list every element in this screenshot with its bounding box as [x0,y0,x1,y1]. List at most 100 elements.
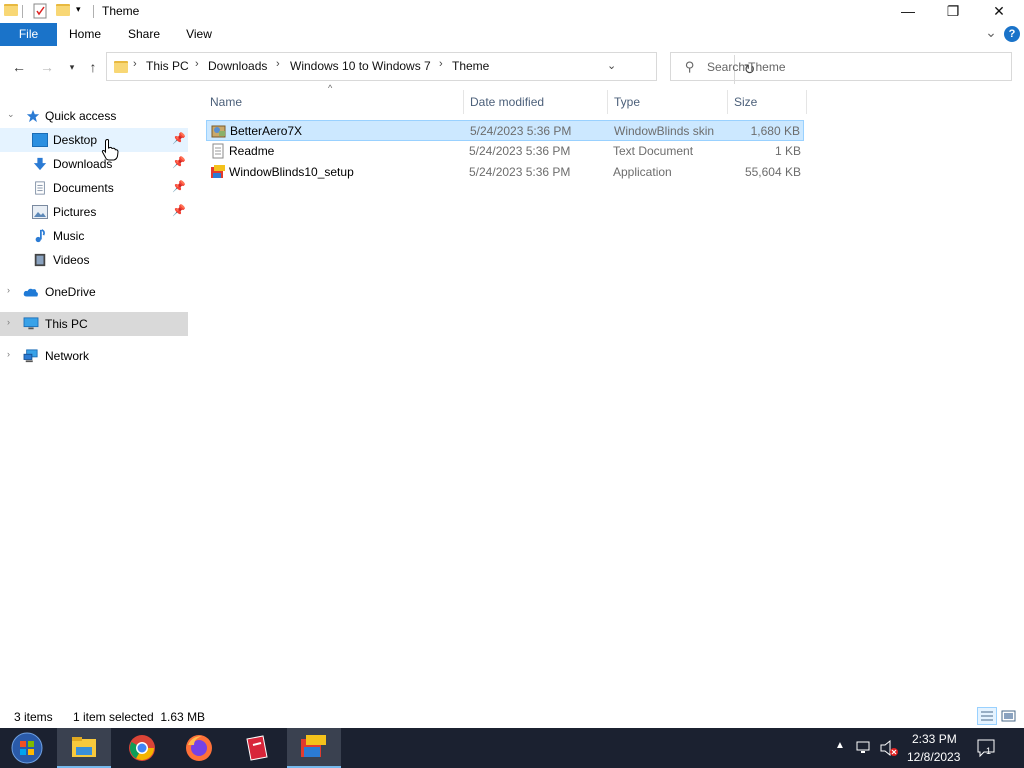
search-box[interactable]: ⚲ [670,52,1012,81]
installer-icon [211,165,225,178]
file-date-modified: 5/24/2023 5:36 PM [470,124,572,138]
text-file-icon [212,143,224,159]
desktop-icon [32,133,48,147]
file-type: Text Document [613,144,694,158]
nav-item-label: Music [53,229,85,243]
window-title: Theme [102,4,140,18]
address-row: ← → ▾ ↑ › This PC › Downloads › Windows … [0,50,1024,84]
clock-time[interactable]: 2:33 PM [912,732,957,746]
document-icon [35,181,45,195]
nav-item-downloads[interactable]: Downloads 📌 [0,152,188,176]
file-explorer-window: ▾ Theme — ❐ ✕ File Home Share View ⌄ ? ←… [0,0,1024,728]
column-header-type[interactable]: Type [614,95,640,109]
nav-item-quick-access[interactable]: ⌄ Quick access [0,104,188,128]
column-header-size[interactable]: Size [734,95,757,109]
search-icon: ⚲ [685,59,695,74]
computer-icon [23,317,39,330]
file-row-windowblinds10-setup[interactable]: WindowBlinds10_setup 5/24/2023 5:36 PM A… [206,162,804,183]
nav-item-label: This PC [45,317,88,331]
start-orb-icon [11,732,43,764]
tab-view[interactable]: View [180,23,218,46]
breadcrumb-separator: › [195,58,199,70]
nav-item-documents[interactable]: Documents 📌 [0,176,188,200]
taskbar-chrome[interactable] [115,728,169,768]
up-button[interactable]: ↑ [84,58,102,76]
collapse-chevron-icon[interactable]: ⌄ [7,109,15,120]
column-divider[interactable] [806,90,807,114]
nav-item-music[interactable]: Music [0,224,188,248]
app-red-icon [246,735,268,761]
details-view-icon [981,711,993,721]
file-date-modified: 5/24/2023 5:36 PM [469,144,571,158]
details-view-button[interactable] [977,707,997,725]
selection-info: 1 item selected 1.63 MB [73,710,206,724]
chrome-icon [129,735,155,761]
column-header-name[interactable]: Name [210,95,242,109]
tab-file[interactable]: File [0,23,57,46]
column-divider[interactable] [727,90,728,114]
new-folder-icon[interactable] [56,4,70,16]
expand-chevron-icon[interactable]: › [7,349,10,359]
volume-muted-icon[interactable] [879,739,899,757]
folder-icon [114,61,128,73]
maximize-button[interactable]: ❐ [930,0,976,22]
cloud-icon [23,288,38,297]
start-button[interactable] [0,728,54,768]
nav-item-videos[interactable]: Videos [0,248,188,272]
large-icons-view-button[interactable] [999,707,1019,725]
file-size: 55,604 KB [744,165,801,179]
back-button[interactable]: ← [10,58,28,76]
nav-item-this-pc[interactable]: › This PC [0,312,188,336]
pin-icon: 📌 [172,205,186,217]
close-button[interactable]: ✕ [976,0,1022,22]
nav-item-network[interactable]: › Network [0,344,188,368]
pin-icon: 📌 [172,133,186,145]
nav-item-pictures[interactable]: Pictures 📌 [0,200,188,224]
properties-icon[interactable] [32,3,48,19]
tab-home[interactable]: Home [62,23,108,46]
minimize-button[interactable]: — [885,0,931,22]
taskbar-windowblinds[interactable] [287,728,341,768]
file-name: BetterAero7X [230,124,303,138]
tab-share[interactable]: Share [122,23,166,46]
breadcrumb-separator: › [276,58,280,70]
help-icon[interactable]: ? [1004,26,1020,42]
address-bar[interactable]: › This PC › Downloads › Windows 10 to Wi… [106,52,755,84]
taskbar-firefox[interactable] [172,728,226,768]
expand-chevron-icon[interactable]: › [7,285,10,295]
skin-file-icon [211,125,226,138]
network-status-icon[interactable] [856,740,874,756]
star-icon [26,109,40,123]
search-input[interactable] [707,53,997,80]
breadcrumb-theme[interactable]: Theme [452,59,489,73]
expand-ribbon-icon[interactable]: ⌄ [982,23,1000,46]
nav-item-onedrive[interactable]: › OneDrive [0,280,188,304]
divider [22,5,23,18]
show-hidden-icons-chevron-icon[interactable]: ▲ [835,740,845,751]
expand-chevron-icon[interactable]: › [7,317,10,327]
nav-item-desktop[interactable]: Desktop 📌 [0,128,188,152]
taskbar-file-explorer[interactable] [57,728,111,768]
file-row-betteraero7x[interactable]: BetterAero7X 5/24/2023 5:36 PM WindowBli… [206,120,804,141]
file-name: WindowBlinds10_setup [229,165,354,179]
nav-item-label: Desktop [53,133,98,147]
column-header-date-modified[interactable]: Date modified [470,95,544,109]
pin-icon: 📌 [172,157,186,169]
breadcrumb-this-pc[interactable]: This PC [146,59,189,73]
breadcrumb-windows-10-to-windows-7[interactable]: Windows 10 to Windows 7 [290,59,431,73]
notification-count: 1 [986,746,992,756]
network-icon [23,349,38,363]
address-dropdown-icon[interactable]: ⌄ [607,59,616,72]
forward-button[interactable]: → [38,58,56,76]
action-center-button[interactable]: 1 [976,738,998,761]
customize-toolbar-chevron-icon[interactable]: ▾ [76,4,81,15]
recent-locations-chevron-icon[interactable]: ▾ [63,58,81,76]
video-icon [34,253,46,267]
column-divider[interactable] [607,90,608,114]
file-row-readme[interactable]: Readme 5/24/2023 5:36 PM Text Document 1… [206,141,804,162]
clock-date[interactable]: 12/8/2023 [907,750,960,764]
column-divider[interactable] [463,90,464,114]
breadcrumb-downloads[interactable]: Downloads [208,59,267,73]
folder-icon [4,4,18,16]
taskbar-app[interactable] [229,728,283,768]
